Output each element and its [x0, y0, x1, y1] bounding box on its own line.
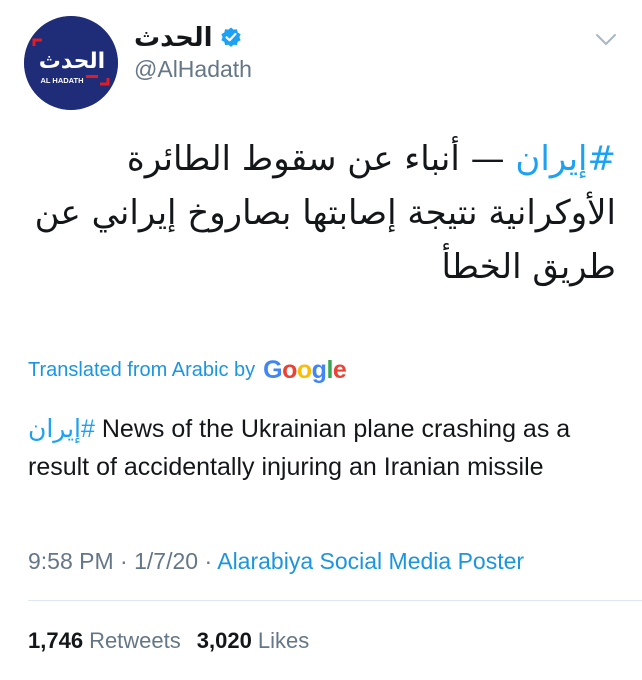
translated-text-body: News of the Ukrainian plane crashing as …: [28, 415, 571, 481]
retweets-label: Retweets: [89, 628, 181, 653]
hashtag-link[interactable]: #إيران: [515, 139, 616, 179]
tweet-time[interactable]: 9:58 PM: [28, 548, 114, 574]
translation-attribution: Translated from Arabic by Google: [28, 356, 347, 385]
tweet-card: الحدث AL HADATH الحدث @AlHadath #إيران —…: [0, 0, 642, 680]
verified-badge-icon: [220, 27, 241, 47]
divider: [28, 600, 642, 601]
translated-from-label[interactable]: Translated from Arabic by: [28, 359, 255, 382]
translated-text: إيران# News of the Ukrainian plane crash…: [28, 410, 618, 486]
svg-text:الحدث: الحدث: [39, 49, 105, 74]
chevron-down-icon[interactable]: [592, 30, 620, 50]
avatar[interactable]: الحدث AL HADATH: [24, 16, 118, 110]
tweet-meta: 9:58 PM · 1/7/20 · Alarabiya Social Medi…: [28, 548, 524, 575]
google-logo: Google: [263, 356, 347, 384]
likes-label: Likes: [257, 628, 310, 653]
retweets-count: 1,746: [28, 628, 84, 653]
tweet-stats: 1,746 Retweets 3,020 Likes: [28, 628, 309, 654]
likes-stat[interactable]: 3,020 Likes: [197, 628, 309, 653]
meta-separator: ·: [198, 548, 218, 574]
tweet-source-link[interactable]: Alarabiya Social Media Poster: [217, 548, 524, 574]
alhadath-logo: الحدث AL HADATH: [24, 16, 118, 110]
likes-count: 3,020: [196, 628, 252, 653]
tweet-text: #إيران — أنباء عن سقوط الطائرة الأوكراني…: [20, 132, 616, 294]
translated-hashtag-link[interactable]: إيران#: [28, 415, 95, 443]
retweets-stat[interactable]: 1,746 Retweets: [28, 628, 181, 653]
user-name-row[interactable]: الحدث: [134, 24, 243, 50]
user-handle[interactable]: @AlHadath: [134, 56, 252, 84]
display-name[interactable]: الحدث: [134, 24, 213, 50]
meta-separator: ·: [113, 548, 135, 574]
tweet-date[interactable]: 1/7/20: [134, 548, 198, 574]
svg-text:AL HADATH: AL HADATH: [40, 76, 83, 85]
